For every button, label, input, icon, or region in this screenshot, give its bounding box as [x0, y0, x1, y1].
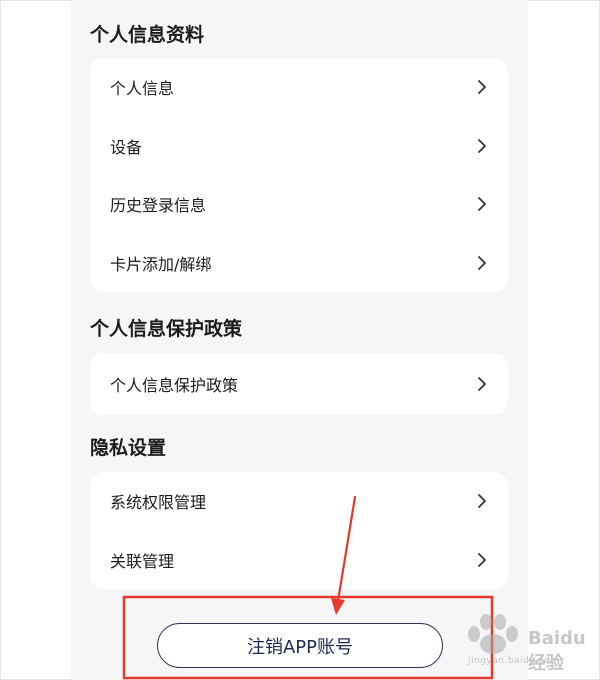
section-title-privacy-settings: 隐私设置	[90, 437, 167, 459]
chevron-right-icon	[476, 196, 488, 212]
chevron-right-icon	[476, 79, 488, 95]
section-title-protection-policy: 个人信息保护政策	[90, 318, 243, 340]
card-personal-info: 个人信息 设备 历史登录信息 卡片添加/解绑	[90, 58, 508, 292]
chevron-right-icon	[476, 138, 488, 154]
row-devices[interactable]: 设备	[90, 117, 508, 176]
privacy-settings-screen: 个人信息资料 个人信息 设备 历史登录信息 卡片添加/解绑 个人信息保护政策 个…	[71, 0, 528, 680]
row-label: 系统权限管理	[110, 493, 207, 513]
row-system-permissions[interactable]: 系统权限管理	[90, 472, 508, 531]
row-login-history[interactable]: 历史登录信息	[90, 175, 508, 234]
card-privacy-settings: 系统权限管理 关联管理	[90, 472, 508, 589]
row-label: 个人信息	[110, 79, 175, 99]
row-label: 卡片添加/解绑	[110, 254, 212, 274]
row-label: 设备	[110, 137, 143, 157]
chevron-right-icon	[476, 255, 488, 271]
row-card-binding[interactable]: 卡片添加/解绑	[90, 234, 508, 293]
row-label: 历史登录信息	[110, 196, 207, 216]
row-personal-info[interactable]: 个人信息	[90, 58, 508, 117]
chevron-right-icon	[476, 493, 488, 509]
chevron-right-icon	[476, 552, 488, 568]
row-label: 关联管理	[110, 551, 175, 571]
section-title-personal-info: 个人信息资料	[90, 24, 205, 46]
card-protection-policy: 个人信息保护政策	[90, 353, 508, 415]
row-linked-management[interactable]: 关联管理	[90, 531, 508, 590]
chevron-right-icon	[476, 376, 488, 392]
row-label: 个人信息保护政策	[110, 376, 239, 395]
row-protection-policy[interactable]: 个人信息保护政策	[90, 353, 508, 415]
cancel-account-button[interactable]: 注销APP账号	[157, 623, 443, 668]
